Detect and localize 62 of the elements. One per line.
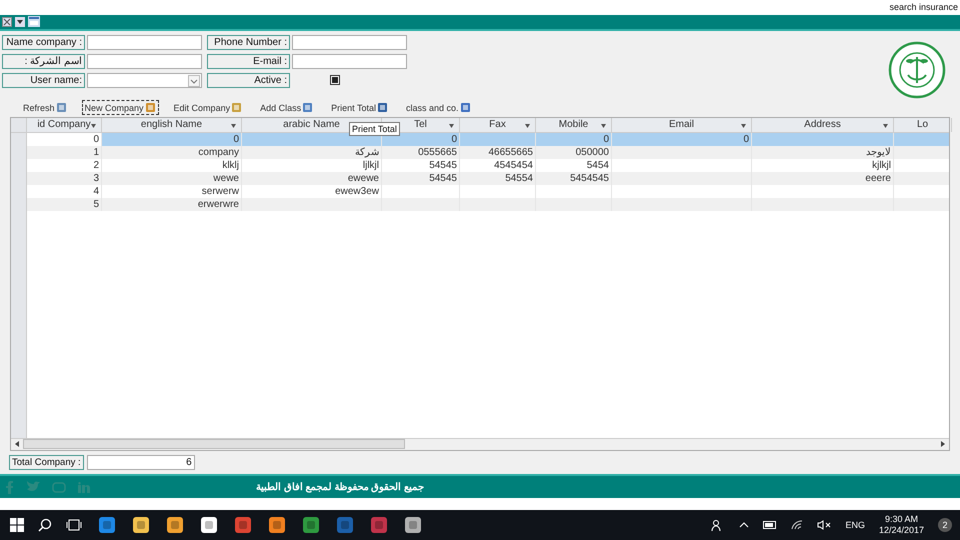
table-row[interactable]: 4 serwerw ewew3ew [11, 184, 949, 198]
column-header[interactable]: Address [752, 118, 894, 132]
toolbar-button[interactable]: class and co. [402, 100, 474, 116]
notification-button[interactable]: 2 [938, 518, 952, 532]
copyright-text: جميع الحقوق محفوظة لمجمع افاق الطبية [256, 481, 424, 494]
muted-speaker-icon[interactable] [817, 520, 832, 530]
scroll-left-icon[interactable] [13, 440, 21, 448]
field-label: Phone Number : [207, 34, 290, 50]
column-header[interactable]: id Company [27, 118, 102, 132]
toolbar-button[interactable]: Edit Company [170, 100, 246, 116]
active-checkbox[interactable] [330, 75, 340, 86]
input-field[interactable] [292, 54, 407, 69]
caret-icon[interactable] [601, 124, 606, 128]
dropdown-icon[interactable] [15, 16, 25, 27]
field-label: Active : [207, 72, 290, 88]
caret-icon[interactable] [91, 124, 96, 128]
table-row[interactable]: 5 erwerwre [11, 198, 949, 211]
column-header[interactable]: english Name [102, 118, 242, 132]
table-row[interactable]: 3 wewe ewewe 54545 54554 5454545 eeere [11, 172, 949, 185]
table-cell: erwerwre [102, 198, 242, 211]
search-icon[interactable] [38, 518, 52, 532]
column-header[interactable]: Email [612, 118, 752, 132]
field-label: Name company : [2, 34, 85, 50]
table-row[interactable]: 2 klklj ljlkjl 54545 4545454 5454 kjlkjl [11, 158, 949, 172]
toolbar-button[interactable]: Add Class [257, 100, 316, 116]
caret-icon[interactable] [883, 124, 888, 128]
column-header[interactable]: Mobile [536, 118, 612, 132]
task-view-icon[interactable] [66, 519, 82, 532]
caret-icon[interactable] [525, 124, 530, 128]
horizontal-scrollbar[interactable] [11, 438, 949, 450]
field-label: E-mail : [207, 54, 290, 69]
input-field[interactable] [87, 54, 202, 69]
clock[interactable]: 9:30 AM 12/24/2017 [878, 514, 924, 536]
field-label: : اسم الشركة [2, 54, 85, 69]
caret-icon[interactable] [741, 124, 746, 128]
table-cell: 0 [27, 132, 102, 146]
input-field[interactable] [292, 34, 407, 50]
input-field[interactable] [87, 34, 202, 50]
chevron-up-icon[interactable] [739, 522, 750, 528]
toolbar-button[interactable]: Refresh [20, 100, 70, 116]
battery-icon[interactable] [763, 521, 778, 530]
toolbar-button[interactable]: Prient Total [328, 100, 391, 116]
column-header[interactable]: Lo [894, 118, 952, 132]
scrollbar-thumb[interactable] [23, 439, 405, 450]
field-label: User name: [2, 72, 85, 88]
window-icon[interactable] [28, 16, 40, 28]
total-field: 6 [86, 454, 195, 470]
language-indicator[interactable]: ENG [845, 520, 865, 530]
column-header[interactable]: Fax [460, 118, 536, 132]
top-link[interactable]: search insurance [889, 2, 958, 12]
caret-icon[interactable] [449, 124, 454, 128]
toolbar-button[interactable]: New Company [82, 100, 159, 116]
chevron-down-icon[interactable] [188, 74, 200, 87]
windows-start-icon[interactable] [10, 518, 24, 532]
tooltip: Prient Total [349, 122, 400, 136]
scroll-right-icon[interactable] [939, 440, 947, 448]
total-label: Total Company : [9, 454, 84, 470]
table-row[interactable]: 0 0 0 0 0 [11, 132, 949, 146]
caret-icon[interactable] [231, 124, 236, 128]
close-icon[interactable] [2, 16, 12, 27]
table-cell: 5 [27, 198, 102, 211]
wifi-icon[interactable] [791, 520, 804, 530]
